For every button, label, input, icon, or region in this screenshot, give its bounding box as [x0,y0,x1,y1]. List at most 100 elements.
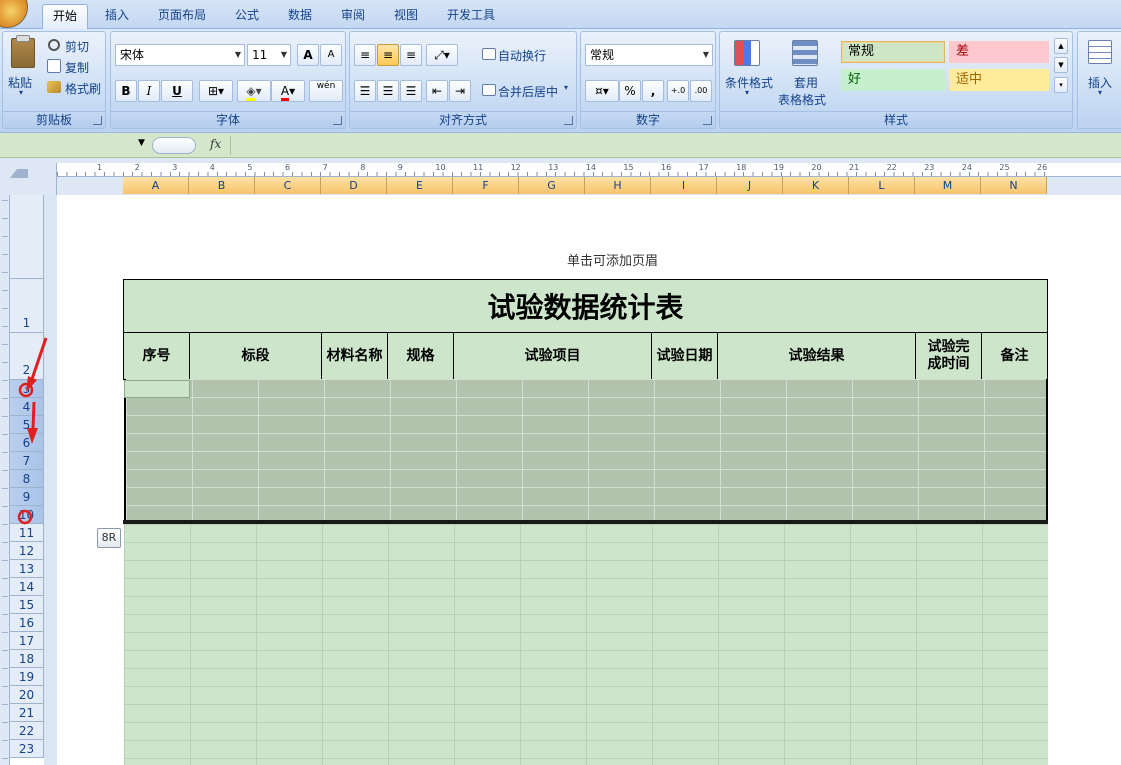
row-header-19[interactable]: 19 [10,668,44,686]
style-bad[interactable]: 差 [949,41,1049,63]
row-header-22[interactable]: 22 [10,722,44,740]
conditional-format-dropdown-icon[interactable]: ▾ [745,88,749,97]
styles-scroll-down-icon[interactable]: ▼ [1054,57,1068,73]
column-header-l[interactable]: L [849,177,915,194]
row-header-20[interactable]: 20 [10,686,44,704]
column-header-g[interactable]: G [519,177,585,194]
bold-button[interactable]: B [115,80,137,102]
format-painter-button[interactable]: 格式刷 [65,80,101,97]
office-button[interactable] [0,0,28,28]
formula-input[interactable] [230,136,1121,155]
orientation-button[interactable]: ⤢▾ [426,44,458,66]
column-header-m[interactable]: M [915,177,981,194]
select-all-corner[interactable] [0,163,57,195]
comma-button[interactable]: , [642,80,664,102]
merge-center-button[interactable]: 合并后居中 [498,83,558,100]
table-title[interactable]: 试验数据统计表 [123,279,1048,333]
row-header-16[interactable]: 16 [10,614,44,632]
header-cell-4[interactable]: 试验项目 [453,332,652,380]
percent-button[interactable]: % [619,80,641,102]
tab-formulas[interactable]: 公式 [225,4,269,29]
column-header-j[interactable]: J [717,177,783,194]
tab-review[interactable]: 审阅 [331,4,375,29]
cut-button[interactable]: 剪切 [65,38,89,55]
paste-dropdown-icon[interactable]: ▾ [19,88,23,97]
tab-view[interactable]: 视图 [384,4,428,29]
column-header-k[interactable]: K [783,177,849,194]
accounting-format-button[interactable]: ¤▾ [585,80,619,102]
font-dialog-launcher-icon[interactable] [333,116,342,125]
grow-font-button[interactable]: A [297,44,319,66]
align-top-button[interactable]: ≡ [354,44,376,66]
tab-insert[interactable]: 插入 [95,4,139,29]
row-header-18[interactable]: 18 [10,650,44,668]
align-bottom-button[interactable]: ≡ [400,44,422,66]
shrink-font-button[interactable]: A [320,44,342,66]
insert-dropdown-icon[interactable]: ▾ [1098,88,1102,97]
align-left-button[interactable]: ☰ [354,80,376,102]
font-size-combo[interactable]: 11 ▼ [247,44,291,66]
header-cell-0[interactable]: 序号 [123,332,190,380]
row-header-17[interactable]: 17 [10,632,44,650]
row-header-1[interactable]: 1 [10,279,44,333]
column-header-i[interactable]: I [651,177,717,194]
header-cell-7[interactable]: 试验完 成时间 [915,332,982,380]
tab-data[interactable]: 数据 [278,4,322,29]
fill-color-button[interactable]: ◈▾ [237,80,271,102]
row-header-15[interactable]: 15 [10,596,44,614]
header-cell-2[interactable]: 材料名称 [321,332,388,380]
header-cell-6[interactable]: 试验结果 [717,332,916,380]
style-good[interactable]: 好 [841,69,945,91]
sheet-grid[interactable] [124,524,1048,765]
tab-page-layout[interactable]: 页面布局 [148,4,216,29]
copy-button[interactable]: 复制 [65,59,89,76]
active-cell[interactable] [124,380,190,398]
formula-expand-handle[interactable] [152,137,196,154]
decrease-decimal-button[interactable]: .00 [690,80,712,102]
column-header-b[interactable]: B [189,177,255,194]
style-normal[interactable]: 常规 [841,41,945,63]
column-header-f[interactable]: F [453,177,519,194]
row-header-21[interactable]: 21 [10,704,44,722]
font-color-button[interactable]: A▾ [271,80,305,102]
name-box[interactable] [2,136,150,155]
styles-more-icon[interactable]: ▾ [1054,77,1068,93]
font-name-combo[interactable]: 宋体 ▼ [115,44,245,66]
decrease-indent-button[interactable]: ⇤ [426,80,448,102]
column-header-a[interactable]: A [123,177,189,194]
underline-button[interactable]: U [161,80,193,102]
merge-dropdown-icon[interactable]: ▾ [564,83,568,92]
align-right-button[interactable]: ☰ [400,80,422,102]
name-box-dropdown-icon[interactable]: ▼ [138,138,145,148]
phonetic-button[interactable]: wén [309,80,343,102]
column-header-d[interactable]: D [321,177,387,194]
column-header-n[interactable]: N [981,177,1047,194]
increase-decimal-button[interactable]: +.0 [667,80,689,102]
column-header-e[interactable]: E [387,177,453,194]
row-header-12[interactable]: 12 [10,542,44,560]
borders-button[interactable]: ⊞▾ [199,80,233,102]
wrap-text-button[interactable]: 自动换行 [498,47,546,64]
column-header-c[interactable]: C [255,177,321,194]
column-header-h[interactable]: H [585,177,651,194]
insert-function-button[interactable]: fx [210,137,221,151]
style-neutral[interactable]: 适中 [949,69,1049,91]
number-format-combo[interactable]: 常规 ▼ [585,44,713,66]
table-format-button-line1[interactable]: 套用 [794,74,818,91]
header-placeholder[interactable]: 单击可添加页眉 [567,250,658,269]
header-cell-3[interactable]: 规格 [387,332,454,380]
align-middle-button[interactable]: ≡ [377,44,399,66]
clipboard-dialog-launcher-icon[interactable] [93,116,102,125]
row-header-14[interactable]: 14 [10,578,44,596]
align-center-button[interactable]: ☰ [377,80,399,102]
tab-developer[interactable]: 开发工具 [437,4,505,29]
header-cell-8[interactable]: 备注 [981,332,1048,380]
header-cell-5[interactable]: 试验日期 [651,332,718,380]
header-cell-1[interactable]: 标段 [189,332,322,380]
alignment-dialog-launcher-icon[interactable] [564,116,573,125]
tab-home[interactable]: 开始 [42,4,89,29]
row-header-23[interactable]: 23 [10,740,44,758]
row-header-13[interactable]: 13 [10,560,44,578]
styles-scroll-up-icon[interactable]: ▲ [1054,38,1068,54]
number-dialog-launcher-icon[interactable] [703,116,712,125]
